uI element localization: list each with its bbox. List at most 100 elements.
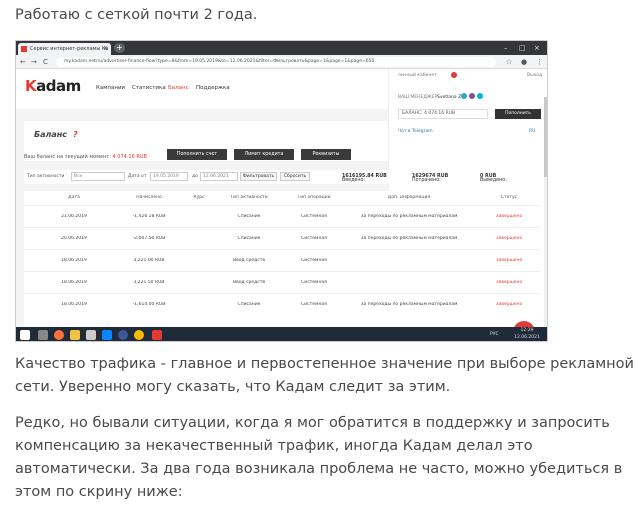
- new-tab-button[interactable]: +: [114, 43, 125, 53]
- table-row: 18.06.2019 -1,614.00 RUB Списание Систем…: [24, 293, 540, 315]
- nav-stats[interactable]: Статистика: [132, 85, 166, 91]
- balance-panel: Баланс? Ваш баланс на текущий момент: 4 …: [24, 121, 388, 161]
- back-icon[interactable]: ←: [20, 57, 26, 67]
- keyboard-lang[interactable]: РУС: [490, 332, 499, 337]
- table-row: 18.06.2019 3,221.50 RUB Ввод средств Сис…: [24, 271, 540, 293]
- clock-time[interactable]: 12:29: [510, 328, 544, 333]
- cell-activity: Ввод средств: [233, 280, 265, 285]
- profile-icon[interactable]: ●: [521, 57, 527, 67]
- start-icon[interactable]: [20, 330, 30, 340]
- cell-operation: Системная: [301, 280, 327, 285]
- quality-text: Качество трафика - главное и первостепен…: [15, 356, 634, 395]
- table-row: 21.06.2019 -1,426.18 RUB Списание Систем…: [24, 205, 540, 227]
- minimize-icon[interactable]: –: [504, 42, 508, 54]
- table-row: 20.06.2019 -2,007.50 RUB Списание Систем…: [24, 227, 540, 249]
- manager-name: Svetlana Z: [437, 95, 462, 100]
- cell-date: 18.06.2019: [61, 280, 87, 285]
- maximize-icon[interactable]: □: [519, 42, 526, 54]
- topup-account-button[interactable]: Пополнить счет: [167, 149, 227, 160]
- kadam-logo[interactable]: Kadam: [25, 77, 81, 95]
- cell-status: Завершено: [495, 280, 523, 285]
- col-amount: Начислено: [136, 195, 162, 200]
- col-status: Статус: [500, 195, 518, 200]
- manager-label: ВАШ МЕНЕДЖЕР:: [398, 95, 439, 100]
- help-icon[interactable]: ?: [73, 130, 78, 139]
- telegram-icon[interactable]: [461, 93, 467, 99]
- close-window-icon[interactable]: ×: [534, 42, 540, 54]
- reload-icon[interactable]: C: [43, 57, 48, 67]
- language-selector[interactable]: RU: [529, 129, 535, 134]
- intro-text: Работаю с сеткой почти 2 года.: [15, 7, 258, 23]
- cell-amount: -2,007.50 RUB: [132, 236, 166, 241]
- viber-icon[interactable]: [469, 93, 475, 99]
- notification-badge[interactable]: [451, 72, 457, 78]
- filezilla-icon[interactable]: [152, 330, 162, 340]
- exit-link[interactable]: Выход: [527, 73, 542, 78]
- scroll-thumb[interactable]: [544, 97, 547, 177]
- address-bar-row: ← → C my.kadam.net/ru/advertiser-finance…: [16, 55, 547, 69]
- nav-support[interactable]: Поддержка: [196, 85, 230, 91]
- skype-icon[interactable]: [477, 93, 483, 99]
- menu-icon[interactable]: ⋮: [536, 57, 543, 67]
- cell-status: Завершено: [495, 258, 523, 263]
- support-text: Редко, но бывали ситуации, когда я мог о…: [15, 415, 623, 500]
- cell-operation: Системная: [301, 236, 327, 241]
- date-to-input[interactable]: 12.06.2021: [200, 172, 238, 181]
- date-from-label: Дата от: [128, 174, 147, 179]
- current-balance: Ваш баланс на текущий момент: 4 074.16 R…: [24, 154, 147, 160]
- filter-button[interactable]: Фильтровать: [240, 172, 277, 181]
- date-from-input[interactable]: 19.05.2019: [150, 172, 188, 181]
- col-operation: Тип операции: [297, 195, 331, 200]
- chrome-icon[interactable]: [134, 330, 144, 340]
- kadam-page: Kadam Кампании Статистика Баланс Поддерж…: [16, 69, 547, 341]
- folder-icon[interactable]: [70, 330, 80, 340]
- cell-activity: Списание: [237, 236, 261, 241]
- nav-balance[interactable]: Баланс: [168, 85, 189, 91]
- app-icon[interactable]: [86, 330, 96, 340]
- cell-info: За переходы по рекламным материалам: [360, 214, 458, 219]
- browser-tab[interactable]: Сервис интернет-рекламы Ка ×: [18, 43, 111, 55]
- cell-status: Завершено: [495, 236, 523, 241]
- col-activity: Тип активности: [230, 195, 268, 200]
- spent-total: Потрачено: 1629674 RUB: [412, 174, 449, 183]
- cell-info: За переходы по рекламным материалам: [360, 302, 458, 307]
- browser-icon[interactable]: [102, 330, 112, 340]
- cell-status: Завершено: [495, 214, 523, 219]
- filter-bar: Тип активности Все Дата от 19.05.2019 до…: [24, 170, 540, 184]
- col-rate: Курс: [193, 195, 205, 200]
- activity-type-label: Тип активности: [27, 174, 65, 179]
- tab-close-icon[interactable]: ×: [103, 43, 108, 55]
- forward-icon[interactable]: →: [31, 57, 37, 67]
- activity-type-select[interactable]: Все: [71, 172, 125, 181]
- star-icon[interactable]: ☆: [506, 57, 512, 67]
- withdrawn-total: Выведено: 0 RUB: [480, 174, 507, 183]
- reset-button[interactable]: Сбросить: [280, 172, 310, 181]
- date-to-label: до: [192, 174, 198, 179]
- page-scrollbar[interactable]: [544, 97, 547, 341]
- cell-operation: Системная: [301, 258, 327, 263]
- cell-date: 21.06.2019: [61, 214, 87, 219]
- finance-table: Дата Начислено Курс Тип активности Тип о…: [24, 191, 540, 327]
- requisites-button[interactable]: Реквизиты: [301, 149, 351, 160]
- firefox-icon[interactable]: [54, 330, 64, 340]
- nav-campaigns[interactable]: Кампании: [96, 85, 125, 91]
- url-input[interactable]: my.kadam.net/ru/advertiser-finance-flow?…: [56, 57, 496, 67]
- chat-app-icon[interactable]: [118, 330, 128, 340]
- tab-title: Сервис интернет-рекламы Ка: [30, 46, 109, 52]
- site-header: Kadam Кампании Статистика Баланс Поддерж…: [16, 69, 388, 109]
- clock-date[interactable]: 12.06.2021: [510, 335, 544, 340]
- cell-amount: 3,221.00 RUB: [133, 258, 165, 263]
- windows-taskbar: РУС 12:29 12.06.2021: [16, 327, 547, 341]
- topup-button[interactable]: Пополнить: [495, 109, 541, 119]
- col-date: Дата: [68, 195, 80, 200]
- telegram-chat-link[interactable]: Чат в Telegram: [398, 129, 433, 134]
- cell-info: За переходы по рекламным материалам: [360, 236, 458, 241]
- cell-date: 20.06.2019: [61, 236, 87, 241]
- search-icon[interactable]: [38, 330, 48, 340]
- income-total: Введено: 1616195.84 RUB: [342, 174, 387, 183]
- credit-limit-button[interactable]: Лимит кредита: [234, 149, 294, 160]
- cell-date: 18.06.2019: [61, 258, 87, 263]
- table-row: 18.06.2019 3,221.00 RUB Ввод средств Сис…: [24, 249, 540, 271]
- screenshot: Сервис интернет-рекламы Ка × + – □ × ← →…: [15, 40, 548, 342]
- cell-activity: Списание: [237, 302, 261, 307]
